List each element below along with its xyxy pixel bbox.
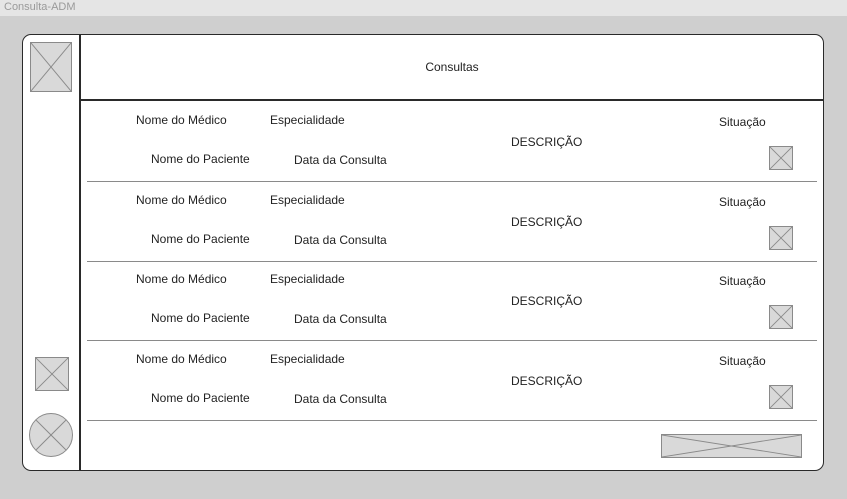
medico-name: Nome do Médico <box>136 272 227 286</box>
data-consulta: Data da Consulta <box>294 312 387 326</box>
descricao-label: DESCRIÇÃO <box>511 215 583 229</box>
status-icon[interactable] <box>769 146 793 170</box>
app-window: Consultas Nome do Médico Especialidade Nom… <box>22 34 824 471</box>
medico-name: Nome do Médico <box>136 113 227 127</box>
sidebar-action-icon[interactable] <box>35 357 69 391</box>
descricao-label: DESCRIÇÃO <box>511 374 583 388</box>
avatar-icon[interactable] <box>29 413 73 457</box>
status-icon[interactable] <box>769 385 793 409</box>
medico-name: Nome do Médico <box>136 352 227 366</box>
especialidade-label: Especialidade <box>270 193 345 207</box>
page-title: Consultas <box>425 60 479 74</box>
medico-name: Nome do Médico <box>136 193 227 207</box>
situacao-label: Situação <box>719 274 766 288</box>
especialidade-label: Especialidade <box>270 352 345 366</box>
descricao-label: DESCRIÇÃO <box>511 294 583 308</box>
situacao-label: Situação <box>719 115 766 129</box>
sidebar <box>23 35 81 470</box>
paciente-name: Nome do Paciente <box>151 391 250 405</box>
situacao-label: Situação <box>719 354 766 368</box>
descricao-label: DESCRIÇÃO <box>511 135 583 149</box>
data-consulta: Data da Consulta <box>294 392 387 406</box>
logo-image-icon <box>30 42 72 92</box>
consulta-row[interactable]: Nome do Médico Especialidade Nome do Pacie… <box>87 182 817 262</box>
paciente-name: Nome do Paciente <box>151 232 250 246</box>
status-icon[interactable] <box>769 226 793 250</box>
page-header: Consultas <box>81 35 823 101</box>
consulta-row[interactable]: Nome do Médico Especialidade Nome do Pacie… <box>87 261 817 341</box>
paciente-name: Nome do Paciente <box>151 152 250 166</box>
especialidade-label: Especialidade <box>270 272 345 286</box>
consulta-row[interactable]: Nome do Médico Especialidade Nome do Pacie… <box>87 341 817 421</box>
data-consulta: Data da Consulta <box>294 153 387 167</box>
data-consulta: Data da Consulta <box>294 233 387 247</box>
consulta-row[interactable]: Nome do Médico Especialidade Nome do Pacie… <box>87 102 817 182</box>
paciente-name: Nome do Paciente <box>151 311 250 325</box>
frame-label: Consulta-ADM <box>4 1 76 13</box>
status-icon[interactable] <box>769 305 793 329</box>
situacao-label: Situação <box>719 195 766 209</box>
especialidade-label: Especialidade <box>270 113 345 127</box>
footer-button[interactable] <box>661 434 802 458</box>
